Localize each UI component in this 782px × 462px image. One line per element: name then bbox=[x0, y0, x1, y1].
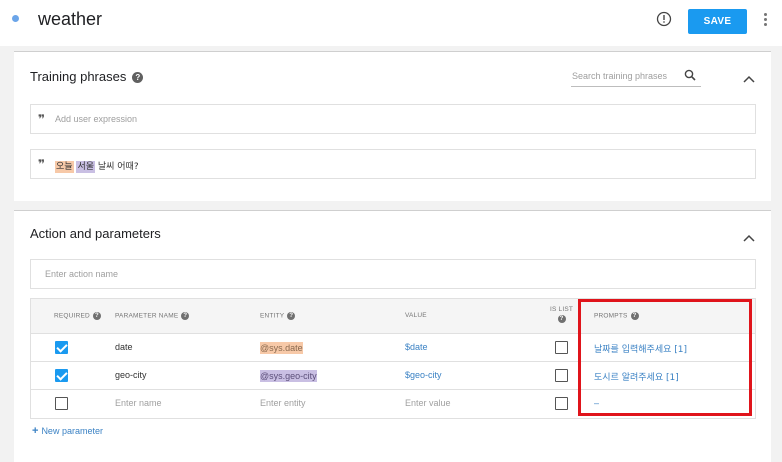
help-icon[interactable]: ? bbox=[557, 315, 566, 323]
parameter-entity[interactable]: @sys.geo-city bbox=[260, 370, 317, 382]
quote-icon: ❞ bbox=[38, 157, 46, 171]
training-phrases-card: Training phrases? Search training phrase… bbox=[14, 51, 771, 201]
training-phrases-title: Training phrases bbox=[30, 69, 127, 84]
required-checkbox[interactable] bbox=[55, 369, 68, 382]
help-icon[interactable]: ? bbox=[132, 72, 144, 84]
parameter-value[interactable]: $date bbox=[405, 342, 428, 352]
annotated-city-word[interactable]: 서울 bbox=[76, 161, 95, 173]
training-phrase-text[interactable]: 오늘 서울 날씨 어때? bbox=[55, 159, 139, 173]
parameter-entity-input[interactable]: Enter entity bbox=[260, 398, 306, 408]
prompts-annotation-box bbox=[578, 299, 752, 416]
quote-icon: ❞ bbox=[38, 112, 46, 126]
is-list-checkbox[interactable] bbox=[555, 369, 568, 382]
is-list-checkbox[interactable] bbox=[555, 397, 568, 410]
training-phrases-heading: Training phrases? bbox=[30, 69, 144, 84]
required-checkbox[interactable] bbox=[55, 341, 68, 354]
alert-circle-icon[interactable] bbox=[656, 11, 672, 27]
parameter-entity[interactable]: @sys.date bbox=[260, 342, 303, 354]
help-icon[interactable]: ? bbox=[287, 312, 296, 320]
training-phrase-item[interactable]: ❞ 오늘 서울 날씨 어때? bbox=[30, 149, 756, 179]
search-training-phrases-input[interactable]: Search training phrases bbox=[571, 69, 701, 87]
add-expression-placeholder: Add user expression bbox=[55, 114, 138, 124]
add-user-expression-input[interactable]: ❞ Add user expression bbox=[30, 104, 756, 134]
chevron-up-icon[interactable] bbox=[743, 234, 755, 242]
new-parameter-label: New parameter bbox=[41, 426, 103, 436]
column-required: REQUIRED? bbox=[54, 312, 101, 320]
top-bar: weather SAVE bbox=[0, 0, 782, 46]
parameter-name[interactable]: date bbox=[115, 342, 133, 352]
parameter-name-input[interactable]: Enter name bbox=[115, 398, 162, 408]
more-vert-icon[interactable] bbox=[761, 13, 769, 29]
parameter-value[interactable]: $geo-city bbox=[405, 370, 442, 380]
plus-icon: + bbox=[32, 425, 39, 437]
search-icon[interactable] bbox=[684, 69, 696, 81]
chevron-up-icon[interactable] bbox=[743, 75, 755, 83]
search-placeholder: Search training phrases bbox=[572, 71, 668, 81]
annotated-date-word[interactable]: 오늘 bbox=[55, 161, 74, 173]
parameter-name[interactable]: geo-city bbox=[115, 370, 147, 380]
intent-status-dot bbox=[12, 15, 19, 22]
action-parameters-title: Action and parameters bbox=[30, 226, 161, 241]
parameter-value-input[interactable]: Enter value bbox=[405, 398, 451, 408]
intent-title[interactable]: weather bbox=[38, 9, 102, 30]
help-icon[interactable]: ? bbox=[92, 312, 101, 320]
required-checkbox[interactable] bbox=[55, 397, 68, 410]
is-list-checkbox[interactable] bbox=[555, 341, 568, 354]
new-parameter-link[interactable]: + New parameter bbox=[32, 425, 103, 437]
column-is-list: IS LIST? bbox=[550, 306, 574, 323]
action-name-input[interactable]: Enter action name bbox=[30, 259, 756, 289]
save-button[interactable]: SAVE bbox=[688, 9, 747, 34]
phrase-rest: 날씨 어때? bbox=[95, 162, 139, 172]
column-entity: ENTITY? bbox=[260, 312, 296, 320]
help-icon[interactable]: ? bbox=[181, 312, 190, 320]
column-parameter-name: PARAMETER NAME? bbox=[115, 312, 190, 320]
action-name-placeholder: Enter action name bbox=[45, 269, 119, 279]
column-value: VALUE bbox=[405, 312, 427, 319]
